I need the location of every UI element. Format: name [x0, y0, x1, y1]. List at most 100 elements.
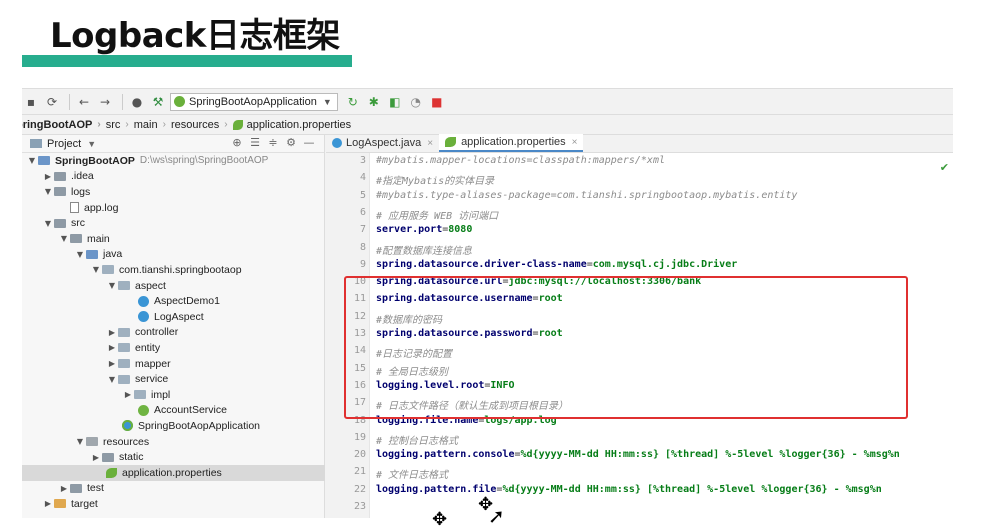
- run-config-select[interactable]: SpringBootAopApplication ▼: [170, 92, 338, 111]
- tree-item-springbootaopapplication[interactable]: SpringBootAopApplication: [22, 418, 325, 434]
- code-line: logging.pattern.console=%d{yyyy-MM-dd HH…: [376, 449, 900, 461]
- expand-all-icon[interactable]: ≑: [264, 136, 282, 149]
- tree-item-entity[interactable]: ▶ entity: [22, 340, 325, 356]
- tree-item-logs[interactable]: ▼ logs: [22, 184, 325, 200]
- chevron-right-icon[interactable]: ▶: [122, 390, 134, 399]
- tree-item-label: application.properties: [122, 466, 222, 479]
- property-value: 8080: [448, 224, 473, 236]
- property-key: server.port: [376, 224, 443, 236]
- tree-item-target[interactable]: ▶ target: [22, 496, 325, 512]
- locate-icon[interactable]: ⊕: [228, 136, 246, 149]
- chevron-right-icon[interactable]: ▶: [58, 484, 70, 493]
- highlight-box: [344, 276, 908, 419]
- tree-item-src[interactable]: ▼ src: [22, 215, 325, 231]
- chevron-down-icon[interactable]: ▼: [106, 375, 118, 384]
- gear-icon[interactable]: ⚙: [282, 136, 300, 149]
- coverage-icon[interactable]: ◧: [386, 93, 404, 111]
- chevron-down-icon[interactable]: ▼: [90, 265, 102, 274]
- close-icon[interactable]: ×: [427, 138, 433, 149]
- chevron-right-icon[interactable]: ▶: [90, 453, 102, 462]
- line-number: 6: [359, 206, 366, 218]
- tree-item-path: D:\ws\spring\SpringBootAOP: [139, 155, 269, 167]
- debug-icon[interactable]: ✱: [365, 93, 383, 111]
- rerun-icon[interactable]: ↻: [344, 93, 362, 111]
- project-panel-header[interactable]: Project ▼ ⊕ ☰ ≑ ⚙ —: [22, 135, 324, 153]
- tree-item-impl[interactable]: ▶ impl: [22, 387, 325, 403]
- save-icon[interactable]: ▪: [22, 93, 40, 111]
- package-icon: [118, 374, 130, 384]
- back-icon[interactable]: ←: [75, 93, 93, 111]
- chevron-right-icon[interactable]: ▶: [42, 172, 54, 181]
- folder-icon: [70, 483, 82, 493]
- tree-item-project-root[interactable]: ▼ SpringBootAOP D:\ws\spring\SpringBootAOP: [22, 153, 325, 169]
- tree-item-label: java: [103, 248, 123, 261]
- tree-item-controller[interactable]: ▶ controller: [22, 325, 325, 341]
- inspection-ok-icon[interactable]: ✔: [940, 161, 949, 174]
- class-icon: [332, 138, 342, 148]
- tree-item-idea[interactable]: ▶ .idea: [22, 169, 325, 185]
- hide-icon[interactable]: —: [300, 136, 318, 149]
- chevron-down-icon[interactable]: ▼: [74, 250, 86, 259]
- code-line: # 应用服务 WEB 访问端口: [376, 207, 498, 222]
- chevron-down-icon[interactable]: ▼: [74, 437, 86, 446]
- breadcrumb-project[interactable]: pringBootAOP ›: [22, 119, 106, 131]
- breadcrumb-file[interactable]: application.properties: [232, 119, 351, 131]
- tree-item-mapper[interactable]: ▶ mapper: [22, 356, 325, 372]
- chevron-right-icon[interactable]: ▶: [106, 359, 118, 368]
- code-line: # 文件日志格式: [376, 466, 448, 481]
- sync-icon[interactable]: ⟳: [43, 93, 61, 111]
- folder-icon: [54, 171, 66, 181]
- interface-icon: [138, 404, 149, 416]
- tree-item-label: aspect: [135, 279, 166, 292]
- collapse-all-icon[interactable]: ☰: [246, 136, 264, 149]
- tree-item-app-log[interactable]: app.log: [22, 200, 325, 216]
- breadcrumb-resources[interactable]: resources ›: [171, 119, 233, 131]
- module-folder-icon: [38, 156, 50, 166]
- tree-item-logaspect[interactable]: LogAspect: [22, 309, 325, 325]
- tree-item-static[interactable]: ▶ static: [22, 449, 325, 465]
- profile-icon[interactable]: ◔: [407, 93, 425, 111]
- stop-icon[interactable]: ■: [428, 93, 446, 111]
- property-value: %d{yyyy-MM-dd HH:mm:ss} [%thread] %-5lev…: [520, 449, 900, 461]
- tree-item-main[interactable]: ▼ main: [22, 231, 325, 247]
- build-icon[interactable]: ⚒: [149, 93, 167, 111]
- properties-file-icon: [232, 119, 243, 130]
- tree-item-service[interactable]: ▼ service: [22, 371, 325, 387]
- code-line: # 控制台日志格式: [376, 432, 458, 447]
- chevron-down-icon[interactable]: ▼: [42, 219, 54, 228]
- tree-item-label: com.tianshi.springbootaop: [119, 263, 242, 276]
- chevron-down-icon[interactable]: ▼: [58, 234, 70, 243]
- tree-item-label: test: [87, 482, 104, 495]
- line-number: 21: [353, 466, 366, 478]
- tree-item-aspectdemo1[interactable]: AspectDemo1: [22, 293, 325, 309]
- tree-item-test[interactable]: ▶ test: [22, 481, 325, 497]
- chevron-right-icon[interactable]: ▶: [106, 343, 118, 352]
- package-icon: [134, 390, 146, 400]
- chevron-down-icon[interactable]: ▼: [26, 156, 38, 165]
- chevron-right-icon[interactable]: ▶: [106, 328, 118, 337]
- chevron-down-icon[interactable]: ▼: [87, 139, 96, 149]
- close-icon[interactable]: ×: [572, 137, 578, 148]
- tree-item-application-properties[interactable]: application.properties: [22, 465, 325, 481]
- breadcrumb-project-label: pringBootAOP: [22, 118, 93, 131]
- tab-logaspect-java[interactable]: LogAspect.java ×: [326, 134, 439, 152]
- code-comment: #配置数据库连接信息: [376, 245, 473, 257]
- breadcrumb-src[interactable]: src ›: [106, 119, 134, 131]
- code-comment: # 文件日志格式: [376, 470, 449, 482]
- property-key: logging.pattern.console: [376, 449, 515, 461]
- tree-item-accountservice[interactable]: AccountService: [22, 403, 325, 419]
- tree-item-resources[interactable]: ▼ resources: [22, 434, 325, 450]
- chevron-down-icon[interactable]: ▼: [42, 187, 54, 196]
- chevron-down-icon[interactable]: ▼: [106, 281, 118, 290]
- chevron-right-icon[interactable]: ▶: [42, 499, 54, 508]
- tree-item-java[interactable]: ▼ java: [22, 247, 325, 263]
- breadcrumb-main[interactable]: main ›: [134, 119, 171, 131]
- breadcrumb-label: main: [133, 118, 158, 131]
- tree-item-package[interactable]: ▼ com.tianshi.springbootaop: [22, 262, 325, 278]
- forward-icon[interactable]: →: [96, 93, 114, 111]
- tree-item-label: .idea: [71, 170, 94, 183]
- tree-item-label: static: [119, 451, 144, 464]
- tab-application-properties[interactable]: application.properties ×: [439, 134, 584, 152]
- user-icon[interactable]: ●: [128, 93, 146, 111]
- tree-item-aspect[interactable]: ▼ aspect: [22, 278, 325, 294]
